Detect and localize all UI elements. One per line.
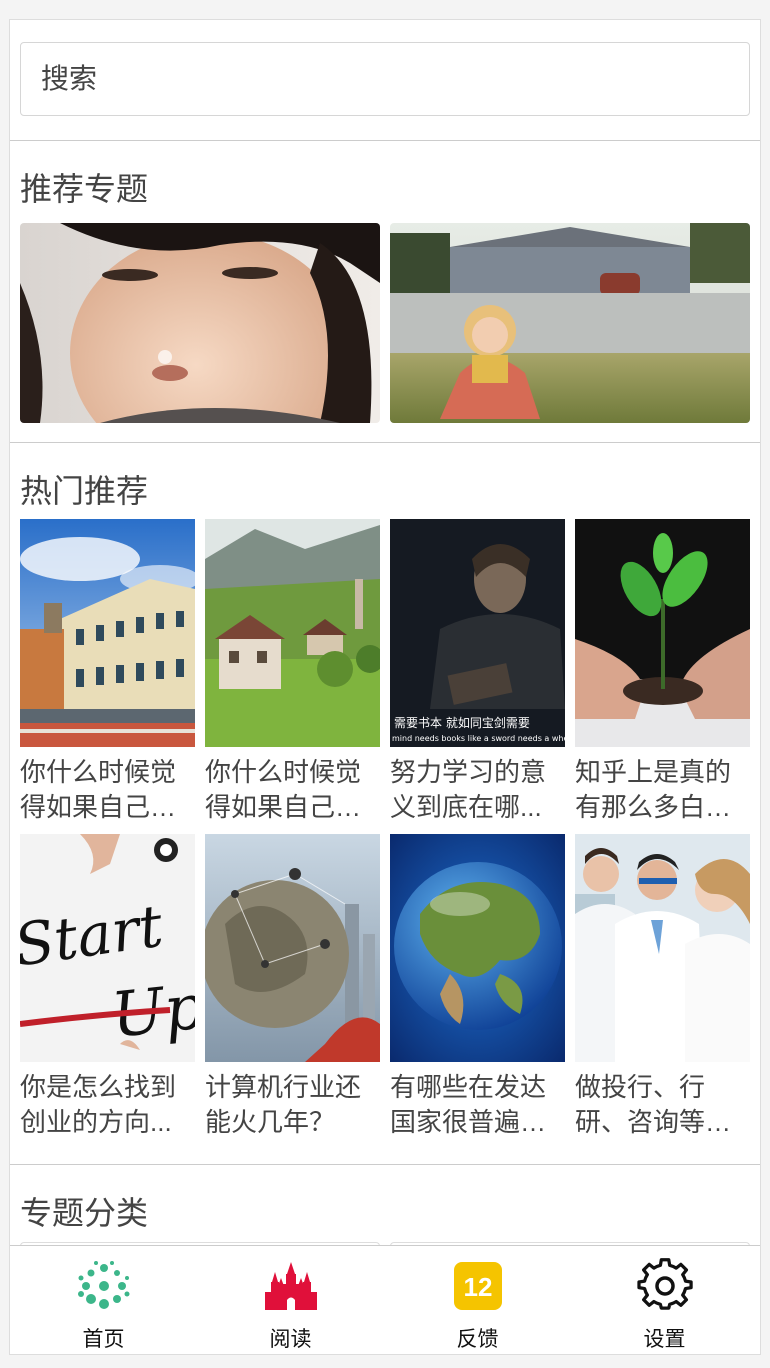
divider bbox=[10, 1164, 760, 1165]
hot-card-title: 努力学习的意 义到底在哪... bbox=[390, 757, 547, 822]
girl-blowing-bubble-photo bbox=[20, 223, 380, 423]
app-frame: 推荐专题 bbox=[9, 19, 761, 1355]
search-box[interactable] bbox=[20, 42, 750, 116]
image-caption-cn: 需要书本 就如同宝剑需要 bbox=[394, 715, 530, 730]
seedling-in-hands-photo bbox=[575, 519, 750, 747]
recommended-topic-card-1[interactable] bbox=[20, 223, 380, 423]
network-globe-photo bbox=[205, 834, 380, 1062]
image-caption-en: mind needs books like a sword needs a wh… bbox=[392, 734, 565, 743]
hot-card[interactable]: 有哪些在发达 国家很普遍，... bbox=[390, 834, 565, 1140]
divider bbox=[10, 140, 760, 141]
hot-card-title: 你什么时候觉 得如果自己不... bbox=[20, 757, 195, 822]
search-input[interactable] bbox=[21, 43, 749, 115]
hot-card[interactable]: Start Up 你是怎么找到 创业的方向... bbox=[20, 834, 195, 1140]
hot-card[interactable]: 做投行、行 研、咨询等金... bbox=[575, 834, 750, 1140]
category-section-title: 专题分类 bbox=[20, 1195, 149, 1231]
tab-home[interactable]: 首页 bbox=[10, 1246, 197, 1354]
recommended-topic-card-2[interactable] bbox=[390, 223, 750, 423]
hot-card-title: 你什么时候觉 得如果自己不... bbox=[205, 757, 380, 822]
bottom-tab-bar: 首页 阅读 12 反馈 设置 bbox=[10, 1245, 760, 1354]
hot-card-title: 知乎上是真的 有那么多白手... bbox=[575, 757, 750, 822]
castle-icon bbox=[264, 1262, 317, 1310]
home-dots-icon bbox=[77, 1261, 129, 1309]
hot-section-title: 热门推荐 bbox=[20, 473, 149, 509]
hot-card[interactable]: 计算机行业还 能火几年？ bbox=[205, 834, 380, 1140]
gear-icon bbox=[636, 1258, 693, 1310]
hot-card[interactable]: 你什么时候觉 得如果自己不... bbox=[205, 519, 380, 825]
tab-read[interactable]: 阅读 bbox=[197, 1246, 384, 1354]
man-with-book-photo: 需要书本 就如同宝剑需要 mind needs books like a swo… bbox=[390, 519, 565, 747]
recommended-section-title: 推荐专题 bbox=[20, 171, 149, 207]
calendar-badge-icon: 12 bbox=[453, 1262, 502, 1310]
tab-label: 阅读 bbox=[269, 1328, 312, 1351]
hot-card-title: 有哪些在发达 国家很普遍，... bbox=[390, 1072, 565, 1137]
tab-label: 首页 bbox=[82, 1328, 125, 1351]
tab-feedback[interactable]: 12 反馈 bbox=[384, 1246, 571, 1354]
child-sitting-on-lawn-photo bbox=[390, 223, 750, 423]
hot-card[interactable]: 需要书本 就如同宝剑需要 mind needs books like a swo… bbox=[390, 519, 565, 825]
mountain-village-photo bbox=[205, 519, 380, 747]
tab-label: 反馈 bbox=[456, 1328, 499, 1351]
feedback-badge-number: 12 bbox=[463, 1272, 492, 1302]
tab-label: 设置 bbox=[643, 1328, 686, 1351]
hot-card-title: 计算机行业还 能火几年？ bbox=[205, 1072, 362, 1137]
earth-globe-photo bbox=[390, 834, 565, 1062]
lab-scientists-photo bbox=[575, 834, 750, 1062]
hot-card[interactable]: 你什么时候觉 得如果自己不... bbox=[20, 519, 195, 825]
start-up-whiteboard-photo: Start Up bbox=[20, 834, 195, 1062]
hot-card-title: 做投行、行 研、咨询等金... bbox=[575, 1072, 750, 1137]
divider bbox=[10, 442, 760, 443]
tab-settings[interactable]: 设置 bbox=[571, 1246, 758, 1354]
hot-card-title: 你是怎么找到 创业的方向... bbox=[20, 1072, 177, 1137]
venice-buildings-photo bbox=[20, 519, 195, 747]
hot-card[interactable]: 知乎上是真的 有那么多白手... bbox=[575, 519, 750, 825]
